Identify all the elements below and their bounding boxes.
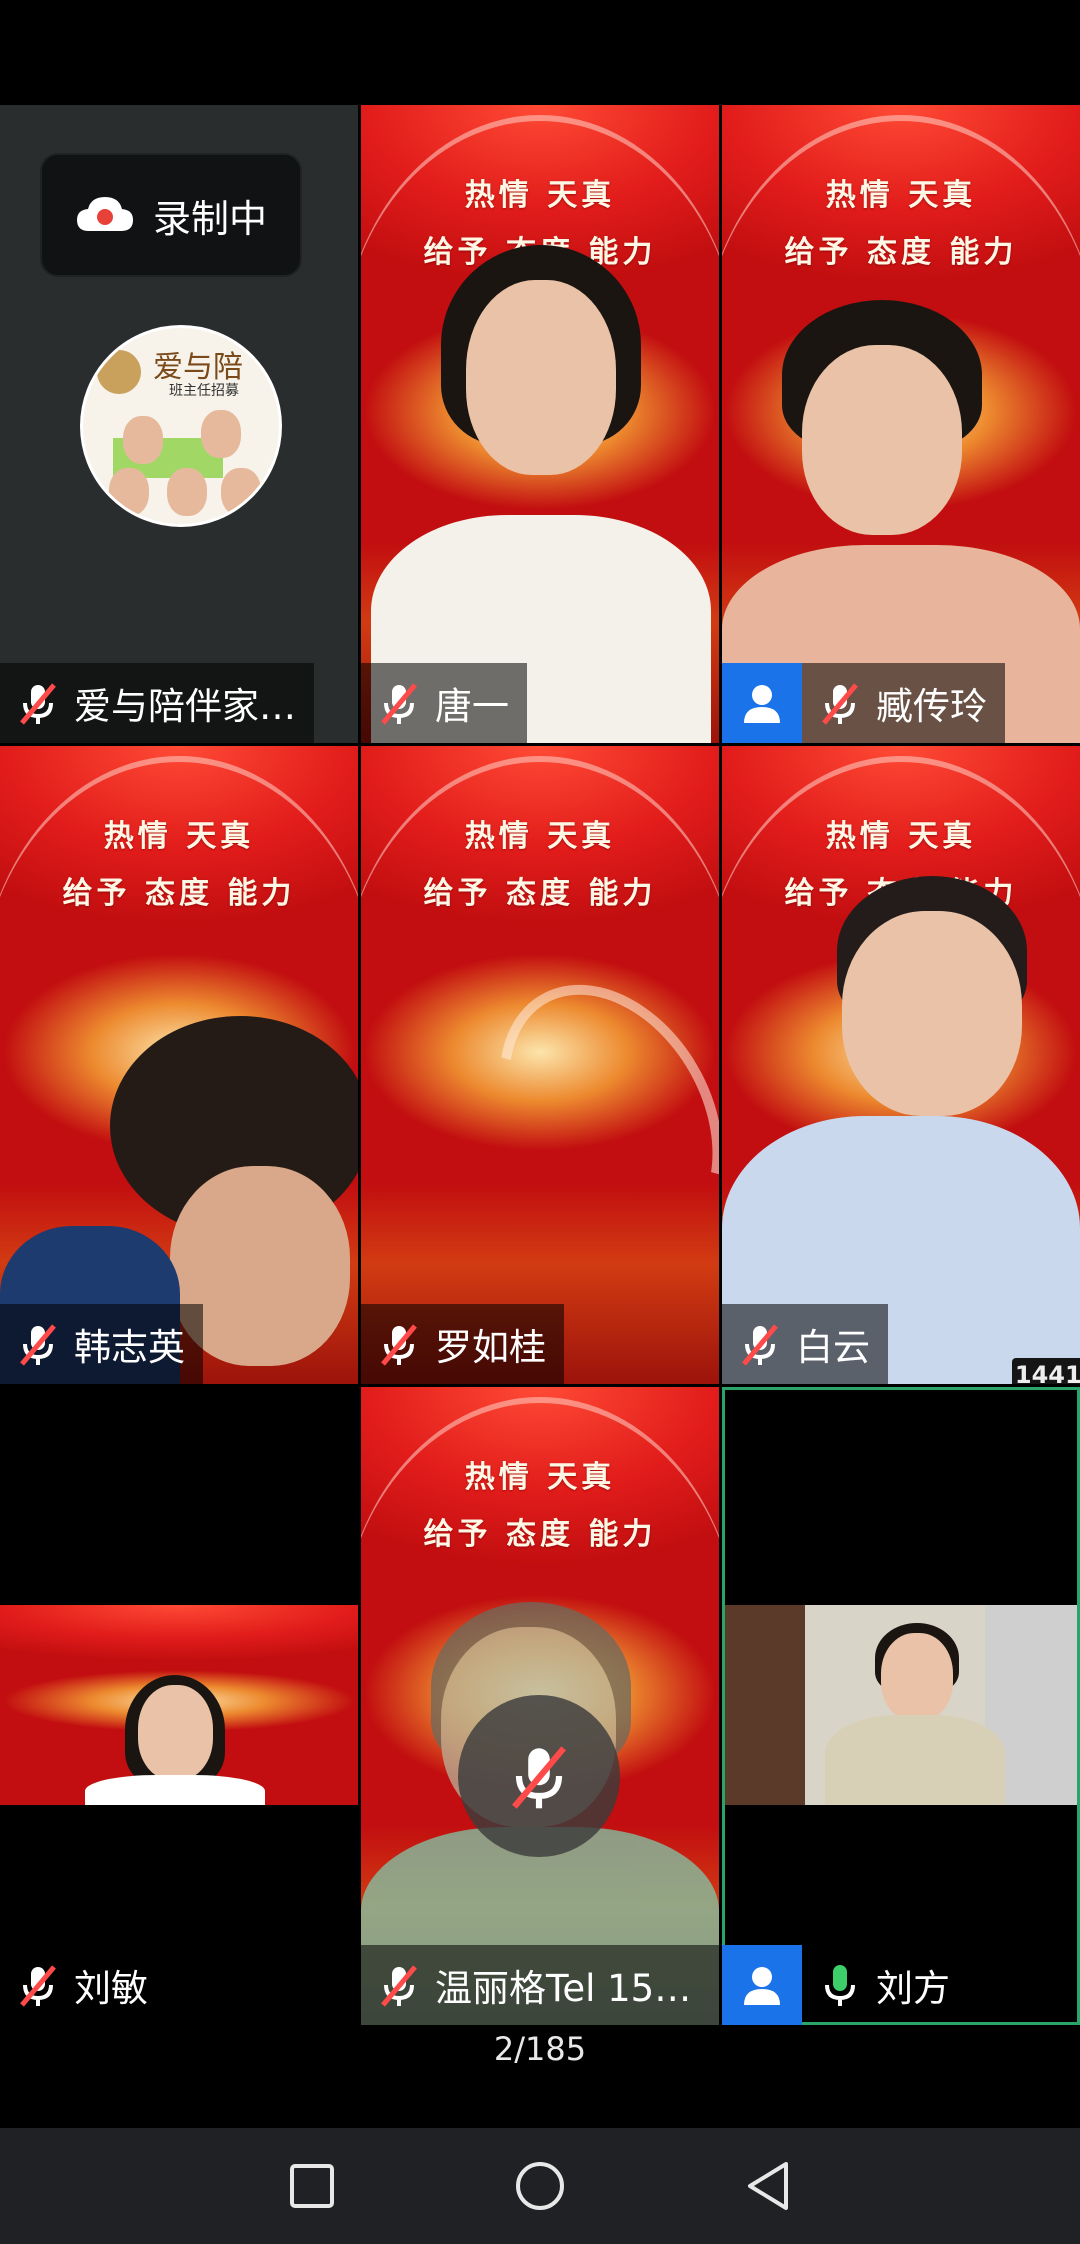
brand-logo bbox=[97, 350, 141, 394]
mic-muted-icon bbox=[373, 1318, 425, 1370]
page-indicator: 2/185 bbox=[493, 2030, 587, 2068]
participant-label: 唐一 bbox=[361, 663, 527, 743]
mic-muted-icon bbox=[12, 1318, 64, 1370]
mic-muted-icon bbox=[734, 1318, 786, 1370]
avatar-face bbox=[201, 410, 241, 458]
mic-muted-icon bbox=[814, 677, 866, 729]
video-tile-participant[interactable]: 热情 天真 给予 态度 能力 臧传玲 bbox=[722, 105, 1080, 743]
slogan-line2: 给予 态度 能力 bbox=[784, 235, 1018, 270]
video-tile-participant[interactable]: 热情 天真 给予 态度 能力 唐一 bbox=[361, 105, 719, 743]
video-tile-participant[interactable]: 热情 天真 给予 态度 能力 韩志英 bbox=[0, 746, 358, 1384]
slogan-line1: 热情 天真 bbox=[464, 1460, 616, 1495]
mic-icon bbox=[814, 1959, 866, 2011]
host-avatar: 爱与陪 班主任招募 bbox=[80, 325, 282, 527]
slogan-line2: 给予 态度 能力 bbox=[423, 1517, 657, 1552]
participant-name: 温丽格Tel 1503… bbox=[435, 1967, 701, 2010]
slogan-line1: 热情 天真 bbox=[464, 178, 616, 213]
participant-label: 罗如桂 bbox=[361, 1304, 564, 1384]
participant-label: 韩志英 bbox=[0, 1304, 203, 1384]
video-tile-participant[interactable]: 热情 天真 给予 态度 能力 144198 白云 bbox=[722, 746, 1080, 1384]
mic-muted-icon bbox=[373, 1959, 425, 2011]
avatar-face bbox=[167, 468, 207, 516]
back-icon[interactable] bbox=[740, 2158, 796, 2214]
mic-muted-icon bbox=[12, 677, 64, 729]
participant-name: 韩志英 bbox=[74, 1326, 185, 1369]
user-icon bbox=[722, 663, 802, 743]
participant-label: 臧传玲 bbox=[802, 663, 1005, 743]
participant-label: 刘敏 bbox=[0, 1945, 166, 2025]
slogan-line1: 热情 天真 bbox=[464, 819, 616, 854]
mic-muted-icon bbox=[512, 1746, 566, 1809]
slogan-line1: 热情 天真 bbox=[103, 819, 255, 854]
video-tile-participant[interactable]: 刘敏 bbox=[0, 1387, 358, 2025]
participant-label: 白云 bbox=[722, 1304, 888, 1384]
participant-label: 温丽格Tel 1503… bbox=[361, 1945, 719, 2025]
video-tile-active-speaker[interactable]: 刘方 bbox=[722, 1387, 1080, 2025]
police-badge-number: 144198 bbox=[1014, 1361, 1080, 1384]
mic-muted-icon bbox=[12, 1959, 64, 2011]
participant-name: 爱与陪伴家… bbox=[74, 685, 296, 728]
avatar-face bbox=[123, 416, 163, 464]
recording-label: 录制中 bbox=[152, 196, 267, 241]
participant-name: 臧传玲 bbox=[876, 685, 987, 728]
slogan-line1: 热情 天真 bbox=[825, 178, 977, 213]
cloud-icon bbox=[76, 197, 133, 231]
slogan-line2: 给予 态度 能力 bbox=[423, 876, 657, 911]
slogan-line1: 热情 天真 bbox=[825, 819, 977, 854]
user-icon bbox=[722, 1945, 802, 2025]
participant-name: 罗如桂 bbox=[435, 1326, 546, 1369]
participant-name: 唐一 bbox=[435, 685, 509, 728]
participant-label: 刘方 bbox=[802, 1945, 968, 2025]
participant-name: 刘方 bbox=[876, 1967, 950, 2010]
home-icon[interactable] bbox=[512, 2158, 568, 2214]
system-navigation-bar bbox=[0, 2128, 1080, 2244]
recording-indicator[interactable]: 录制中 bbox=[40, 153, 302, 277]
mic-muted-icon bbox=[373, 677, 425, 729]
video-background: 热情 天真 给予 态度 能力 bbox=[361, 746, 719, 1384]
avatar-face bbox=[109, 468, 149, 516]
video-tile-host[interactable]: 录制中 爱与陪 班主任招募 爱与陪伴家… bbox=[0, 105, 358, 743]
recents-icon[interactable] bbox=[284, 2158, 340, 2214]
video-tile-participant[interactable]: 热情 天真 给予 态度 能力 罗如桂 bbox=[361, 746, 719, 1384]
participant-name: 白云 bbox=[796, 1326, 870, 1369]
slogan-line2: 给予 态度 能力 bbox=[62, 876, 296, 911]
avatar-face bbox=[221, 468, 261, 516]
participant-video bbox=[0, 1605, 358, 1805]
participant-label: 爱与陪伴家… bbox=[0, 663, 314, 743]
participant-video bbox=[725, 1605, 1077, 1805]
avatar-subtitle: 班主任招募 bbox=[169, 383, 239, 399]
self-mic-toggle-button[interactable] bbox=[458, 1695, 620, 1857]
participant-name: 刘敏 bbox=[74, 1967, 148, 2010]
